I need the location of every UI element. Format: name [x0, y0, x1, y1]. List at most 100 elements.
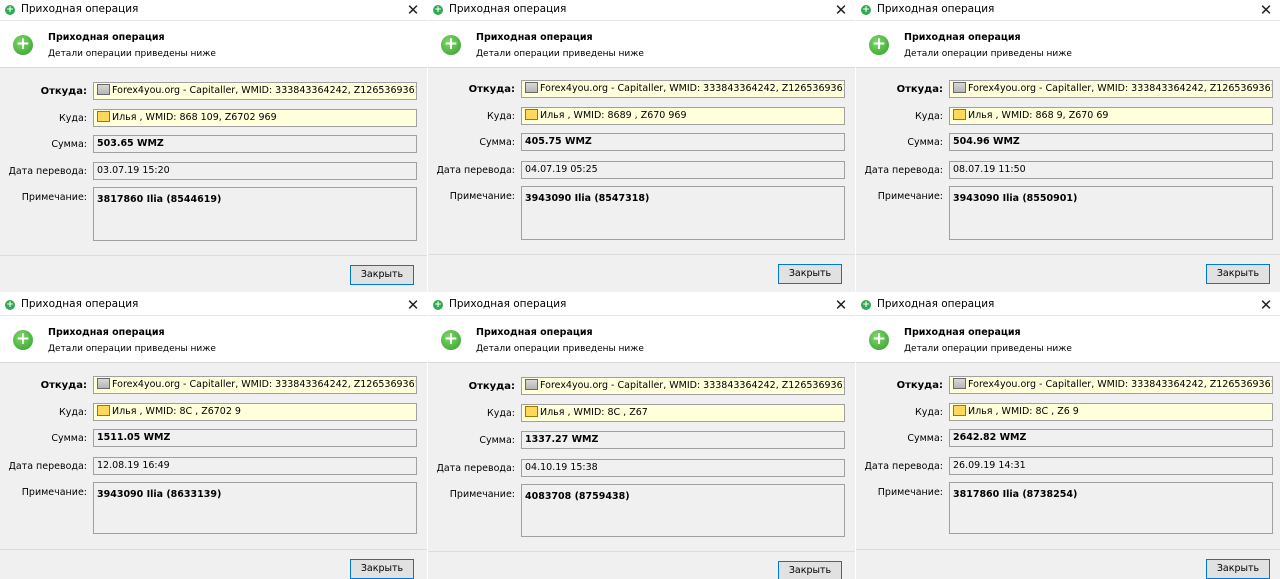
note-label: Примечание:: [877, 191, 943, 202]
to-field[interactable]: Илья , WMID: 8С , Z6702 9: [93, 403, 417, 421]
window-3: + Приходная операция ✕ + Приходная опера…: [856, 0, 1280, 292]
from-field[interactable]: Forex4you.org - Capitaller, WMID: 333843…: [521, 377, 845, 395]
window-2: + Приходная операция ✕ + Приходная опера…: [428, 0, 855, 292]
to-value: Илья , WMID: 868 109, Z6702 969: [112, 112, 277, 123]
close-icon[interactable]: ✕: [1258, 0, 1274, 20]
note-field[interactable]: 3943090 Ilia (8633139): [93, 482, 417, 534]
header-title: Приходная операция: [48, 32, 165, 43]
header-title: Приходная операция: [904, 32, 1021, 43]
close-button[interactable]: Закрыть: [350, 265, 414, 285]
green-plus-circle-icon: +: [13, 35, 33, 55]
from-value: Forex4you.org - Capitaller, WMID: 333843…: [968, 379, 1273, 390]
amount-field[interactable]: 1511.05 WMZ: [93, 429, 417, 447]
date-label: Дата перевода:: [436, 463, 515, 474]
from-label: Откуда:: [896, 380, 943, 391]
close-button[interactable]: Закрыть: [778, 561, 842, 579]
from-field[interactable]: Forex4you.org - Capitaller, WMID: 333843…: [521, 80, 845, 98]
date-value: 04.10.19 15:38: [525, 462, 598, 473]
amount-field[interactable]: 2642.82 WMZ: [949, 429, 1273, 447]
close-button[interactable]: Закрыть: [350, 559, 414, 579]
note-field[interactable]: 3943090 Ilia (8547318): [521, 186, 845, 240]
amount-label: Сумма:: [51, 433, 87, 444]
close-button[interactable]: Закрыть: [778, 264, 842, 284]
close-button[interactable]: Закрыть: [1206, 559, 1270, 579]
from-label: Откуда:: [896, 84, 943, 95]
window-1: + Приходная операция ✕ + Приходная опера…: [0, 0, 427, 292]
window-title: Приходная операция: [877, 3, 995, 15]
amount-field[interactable]: 503.65 WMZ: [93, 135, 417, 153]
to-field[interactable]: Илья , WMID: 8С , Z67: [521, 404, 845, 422]
amount-label: Сумма:: [479, 137, 515, 148]
organization-icon: [97, 378, 110, 389]
to-field[interactable]: Илья , WMID: 8689 , Z670 969: [521, 107, 845, 125]
to-label: Куда:: [59, 113, 87, 124]
from-field[interactable]: Forex4you.org - Capitaller, WMID: 333843…: [93, 376, 417, 394]
date-field[interactable]: 08.07.19 11:50: [949, 161, 1273, 179]
from-value: Forex4you.org - Capitaller, WMID: 333843…: [968, 83, 1273, 94]
to-field[interactable]: Илья , WMID: 868 9, Z670 69: [949, 107, 1273, 125]
close-icon[interactable]: ✕: [1258, 295, 1274, 315]
note-field[interactable]: 3817860 Ilia (8738254): [949, 482, 1273, 534]
from-label: Откуда:: [40, 86, 87, 97]
amount-value: 405.75 WMZ: [525, 136, 592, 147]
header-subtitle: Детали операции приведены ниже: [48, 344, 216, 354]
title-bar[interactable]: + Приходная операция ✕: [856, 0, 1280, 21]
note-field[interactable]: 4083708 (8759438): [521, 484, 845, 537]
window-title: Приходная операция: [21, 298, 139, 310]
separator: [856, 254, 1280, 255]
title-bar[interactable]: + Приходная операция ✕: [0, 295, 427, 316]
note-field[interactable]: 3817860 Ilia (8544619): [93, 187, 417, 241]
amount-field[interactable]: 1337.27 WMZ: [521, 431, 845, 449]
from-label: Откуда:: [40, 380, 87, 391]
date-field[interactable]: 04.10.19 15:38: [521, 459, 845, 477]
amount-value: 1511.05 WMZ: [97, 432, 171, 443]
to-label: Куда:: [915, 111, 943, 122]
from-field[interactable]: Forex4you.org - Capitaller, WMID: 333843…: [949, 80, 1273, 98]
amount-field[interactable]: 504.96 WMZ: [949, 133, 1273, 151]
green-plus-icon: +: [5, 5, 15, 15]
note-label: Примечание:: [449, 489, 515, 500]
date-field[interactable]: 12.08.19 16:49: [93, 457, 417, 475]
green-plus-icon: +: [5, 300, 15, 310]
close-icon[interactable]: ✕: [405, 0, 421, 20]
amount-value: 504.96 WMZ: [953, 136, 1020, 147]
green-plus-circle-icon: +: [441, 330, 461, 350]
header-subtitle: Детали операции приведены ниже: [904, 49, 1072, 59]
close-icon[interactable]: ✕: [833, 0, 849, 20]
note-value: 3817860 Ilia (8738254): [953, 489, 1078, 500]
from-field[interactable]: Forex4you.org - Capitaller, WMID: 333843…: [949, 376, 1273, 394]
header-panel: + Приходная операция Детали операции при…: [0, 316, 427, 363]
date-value: 26.09.19 14:31: [953, 460, 1026, 471]
amount-value: 1337.27 WMZ: [525, 434, 599, 445]
note-label: Примечание:: [877, 487, 943, 498]
organization-icon: [953, 82, 966, 93]
date-label: Дата перевода:: [864, 165, 943, 176]
note-value: 3817860 Ilia (8544619): [97, 194, 222, 205]
header-subtitle: Детали операции приведены ниже: [904, 344, 1072, 354]
to-field[interactable]: Илья , WMID: 8С , Z6 9: [949, 403, 1273, 421]
header-panel: + Приходная операция Детали операции при…: [856, 21, 1280, 68]
green-plus-icon: +: [861, 5, 871, 15]
date-field[interactable]: 04.07.19 05:25: [521, 161, 845, 179]
to-label: Куда:: [59, 407, 87, 418]
separator: [0, 255, 427, 256]
date-field[interactable]: 03.07.19 15:20: [93, 162, 417, 180]
close-icon[interactable]: ✕: [405, 295, 421, 315]
amount-field[interactable]: 405.75 WMZ: [521, 133, 845, 151]
close-button[interactable]: Закрыть: [1206, 264, 1270, 284]
header-panel: + Приходная операция Детали операции при…: [428, 21, 855, 68]
title-bar[interactable]: + Приходная операция ✕: [0, 0, 427, 21]
header-subtitle: Детали операции приведены ниже: [48, 49, 216, 59]
to-value: Илья , WMID: 868 9, Z670 69: [968, 110, 1109, 121]
note-value: 3943090 Ilia (8547318): [525, 193, 650, 204]
title-bar[interactable]: + Приходная операция ✕: [428, 295, 855, 316]
title-bar[interactable]: + Приходная операция ✕: [856, 295, 1280, 316]
note-label: Примечание:: [21, 192, 87, 203]
to-field[interactable]: Илья , WMID: 868 109, Z6702 969: [93, 109, 417, 127]
from-field[interactable]: Forex4you.org - Capitaller, WMID: 333843…: [93, 82, 417, 100]
note-field[interactable]: 3943090 Ilia (8550901): [949, 186, 1273, 240]
date-field[interactable]: 26.09.19 14:31: [949, 457, 1273, 475]
title-bar[interactable]: + Приходная операция ✕: [428, 0, 855, 21]
amount-label: Сумма:: [479, 435, 515, 446]
close-icon[interactable]: ✕: [833, 295, 849, 315]
